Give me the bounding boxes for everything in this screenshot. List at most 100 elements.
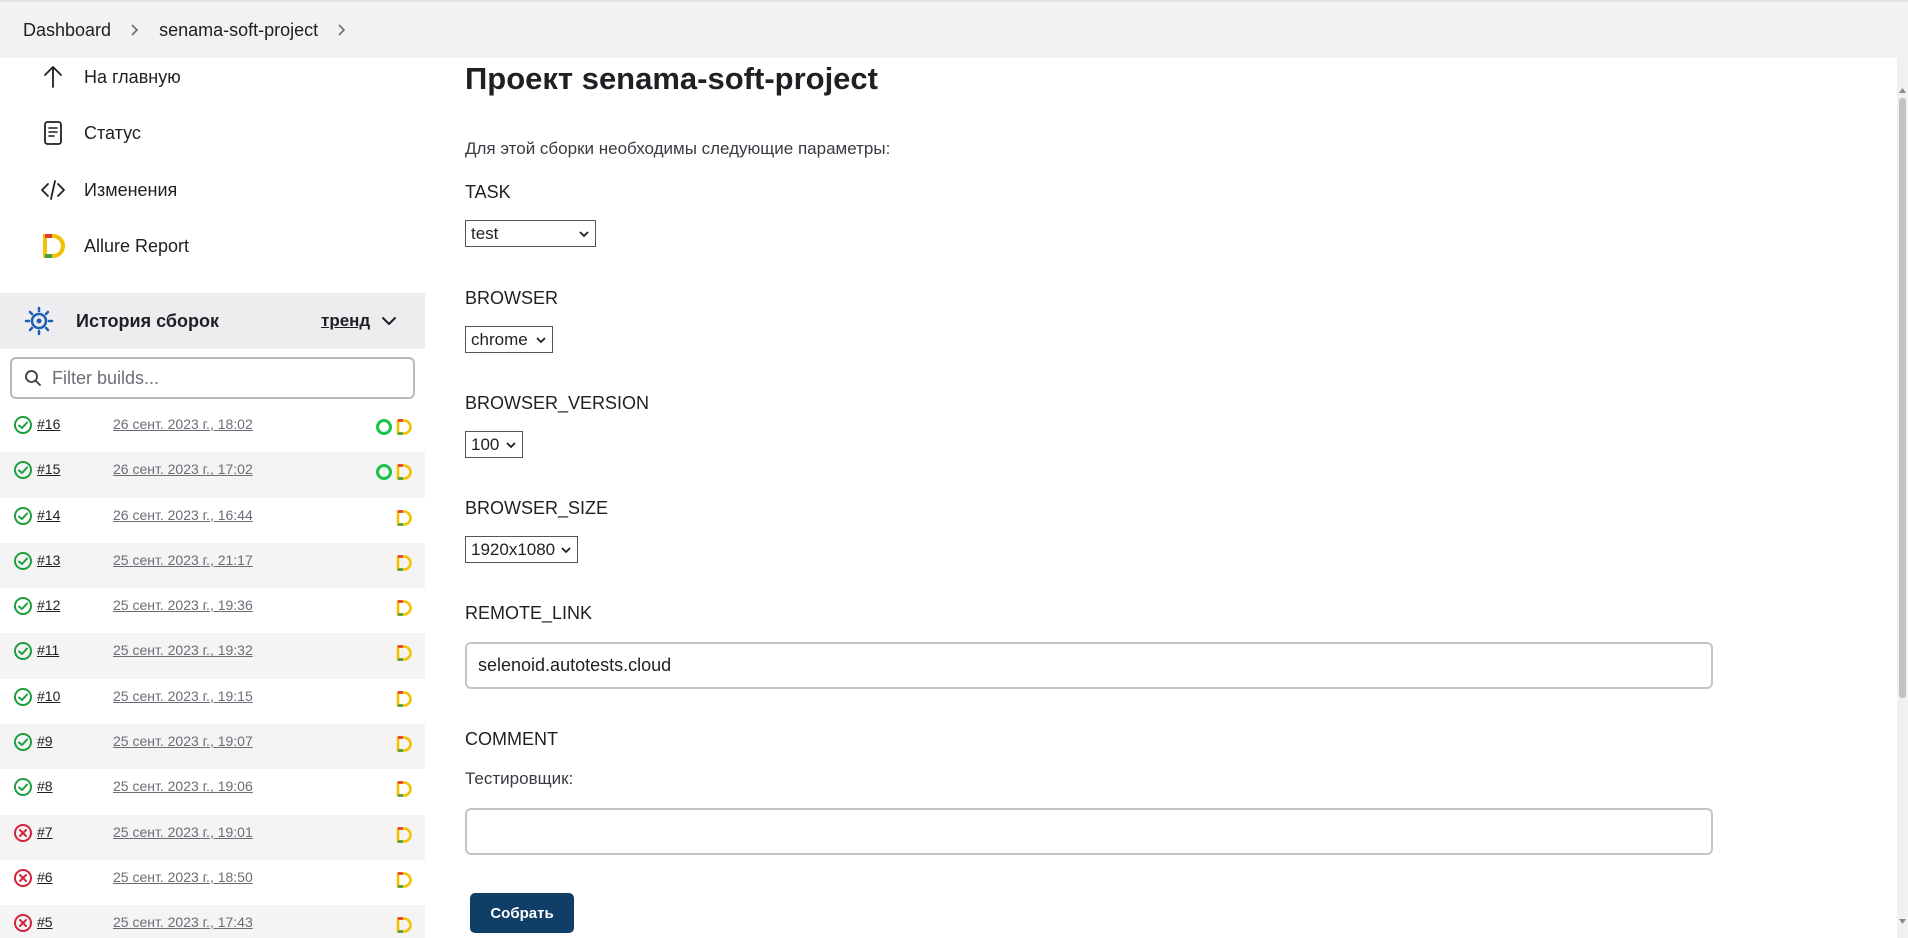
build-date-link[interactable]: 26 сент. 2023 г., 16:44: [113, 507, 253, 523]
success-check-icon: [13, 415, 33, 435]
build-row: #5 25 сент. 2023 г., 17:43: [0, 905, 425, 938]
build-number-link[interactable]: #8: [37, 778, 53, 794]
breadcrumb-project[interactable]: senama-soft-project: [159, 20, 318, 41]
task-home-label: На главную: [84, 66, 181, 87]
build-number-link[interactable]: #6: [37, 869, 53, 885]
chevron-down-icon: [535, 334, 547, 346]
build-list: #16 26 сент. 2023 г., 18:02 #15 26 сент. 20…: [0, 407, 425, 938]
browser-size-select-value: 1920x1080: [471, 539, 556, 559]
build-number-link[interactable]: #14: [37, 507, 60, 523]
param-browser-label: BROWSER: [465, 288, 559, 308]
build-badges: [395, 735, 413, 753]
build-date-link[interactable]: 25 сент. 2023 г., 19:07: [113, 733, 253, 749]
build-number-link[interactable]: #15: [37, 461, 60, 477]
allure-report-icon[interactable]: [395, 509, 413, 527]
scroll-down-arrow-icon[interactable]: [1898, 918, 1907, 926]
allure-result-icon[interactable]: [375, 418, 393, 436]
failed-x-icon: [13, 823, 33, 843]
comment-input[interactable]: [465, 808, 1713, 855]
build-badges: [395, 644, 413, 662]
param-comment-label: COMMENT: [465, 729, 558, 749]
trend-link[interactable]: тренд: [321, 311, 370, 331]
task-status-label: Статус: [84, 122, 141, 143]
comment-description: Тестировщик:: [465, 769, 574, 788]
task-allure-report[interactable]: Allure Report: [39, 230, 189, 262]
allure-report-icon[interactable]: [395, 735, 413, 753]
browser-select[interactable]: chrome: [465, 326, 553, 353]
build-date-link[interactable]: 25 сент. 2023 г., 17:43: [113, 914, 253, 930]
build-number-link[interactable]: #10: [37, 688, 60, 704]
build-badges: [395, 509, 413, 527]
task-status[interactable]: Статус: [39, 117, 141, 149]
build-date-link[interactable]: 25 сент. 2023 г., 19:15: [113, 688, 253, 704]
build-history-header: История сборок тренд: [0, 293, 425, 349]
build-number-link[interactable]: #7: [37, 824, 53, 840]
chevron-down-icon: [578, 228, 590, 240]
scroll-up-arrow-icon[interactable]: [1898, 86, 1907, 94]
build-date-link[interactable]: 25 сент. 2023 г., 21:17: [113, 552, 253, 568]
task-changes[interactable]: Изменения: [39, 174, 177, 206]
breadcrumb: Dashboard senama-soft-project: [0, 0, 1908, 58]
build-number-link[interactable]: #11: [37, 642, 59, 658]
allure-report-icon[interactable]: [395, 826, 413, 844]
document-icon: [39, 119, 67, 147]
allure-report-icon[interactable]: [395, 871, 413, 889]
filter-builds-input[interactable]: [52, 367, 392, 389]
filter-builds-field[interactable]: [10, 357, 415, 399]
task-home[interactable]: На главную: [39, 61, 181, 93]
build-badges: [395, 871, 413, 889]
build-button[interactable]: Собрать: [470, 893, 574, 933]
breadcrumb-dashboard[interactable]: Dashboard: [23, 20, 111, 41]
build-date-link[interactable]: 25 сент. 2023 г., 19:36: [113, 597, 253, 613]
build-date-link[interactable]: 25 сент. 2023 г., 19:06: [113, 778, 253, 794]
success-check-icon: [13, 596, 33, 616]
build-badges: [395, 916, 413, 934]
build-date-link[interactable]: 26 сент. 2023 г., 18:02: [113, 416, 253, 432]
build-date-link[interactable]: 25 сент. 2023 г., 18:50: [113, 869, 253, 885]
browser-select-value: chrome: [471, 329, 528, 349]
build-number-link[interactable]: #5: [37, 914, 53, 930]
allure-report-icon[interactable]: [395, 780, 413, 798]
remote-link-input[interactable]: [465, 642, 1713, 689]
browser-version-select[interactable]: 100: [465, 431, 523, 458]
code-icon: [39, 176, 67, 204]
build-row: #8 25 сент. 2023 г., 19:06: [0, 769, 425, 814]
allure-report-icon[interactable]: [395, 599, 413, 617]
build-row: #13 25 сент. 2023 г., 21:17: [0, 542, 425, 589]
build-row: #12 25 сент. 2023 г., 19:36: [0, 588, 425, 633]
build-date-link[interactable]: 26 сент. 2023 г., 17:02: [113, 461, 253, 477]
allure-report-icon[interactable]: [395, 418, 413, 436]
allure-report-icon[interactable]: [395, 644, 413, 662]
task-allure-report-label: Allure Report: [84, 235, 190, 256]
task-select[interactable]: test: [465, 220, 596, 247]
page-scrollbar[interactable]: [1897, 58, 1908, 938]
build-number-link[interactable]: #16: [37, 416, 60, 432]
allure-report-icon[interactable]: [395, 554, 413, 572]
build-badges: [395, 826, 413, 844]
task-changes-label: Изменения: [84, 179, 178, 200]
build-badges: [375, 463, 413, 481]
success-check-icon: [13, 460, 33, 480]
scrollbar-thumb[interactable]: [1899, 98, 1906, 698]
build-badges: [395, 690, 413, 708]
build-number-link[interactable]: #12: [37, 597, 60, 613]
chevron-down-icon[interactable]: [380, 312, 398, 330]
build-row: #11 25 сент. 2023 г., 19:32: [0, 633, 425, 679]
build-row: #6 25 сент. 2023 г., 18:50: [0, 860, 425, 905]
build-history-icon: [24, 306, 54, 336]
allure-result-icon[interactable]: [375, 463, 393, 481]
build-number-link[interactable]: #13: [37, 552, 60, 568]
allure-report-icon[interactable]: [395, 916, 413, 934]
chevron-right-icon: [129, 24, 141, 36]
build-date-link[interactable]: 25 сент. 2023 г., 19:32: [113, 642, 253, 658]
build-number-link[interactable]: #9: [37, 733, 53, 749]
arrow-up-icon: [39, 63, 67, 91]
allure-report-icon[interactable]: [395, 690, 413, 708]
browser-size-select[interactable]: 1920x1080: [465, 536, 578, 563]
build-date-link[interactable]: 25 сент. 2023 г., 19:01: [113, 824, 253, 840]
allure-report-icon[interactable]: [395, 463, 413, 481]
build-row: #16 26 сент. 2023 г., 18:02: [0, 407, 425, 452]
chevron-right-icon[interactable]: [336, 24, 348, 36]
param-browser-size-label: BROWSER_SIZE: [465, 498, 609, 518]
build-badges: [395, 780, 413, 798]
